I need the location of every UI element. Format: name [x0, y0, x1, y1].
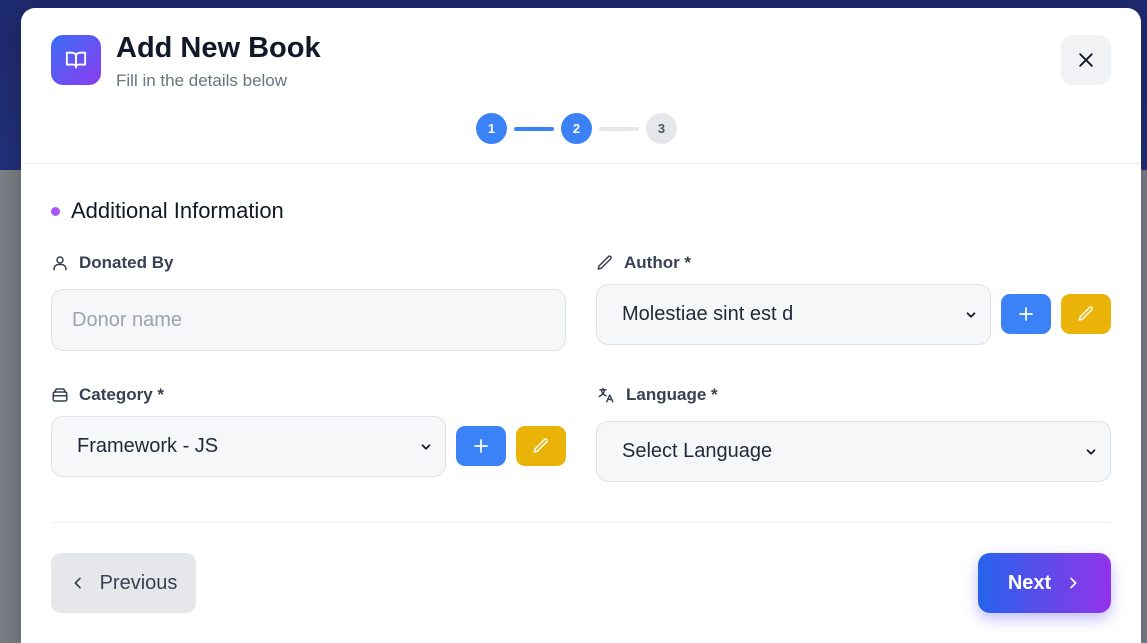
- language-label: Language *: [596, 385, 718, 405]
- step-connector: [599, 126, 639, 131]
- add-category-button[interactable]: [456, 426, 506, 466]
- next-button[interactable]: Next: [978, 553, 1111, 613]
- chevron-left-icon: [74, 577, 81, 589]
- open-book-icon: [51, 35, 101, 85]
- previous-label: Previous: [99, 571, 178, 594]
- plus-icon: [474, 439, 488, 453]
- edit-category-button[interactable]: [516, 426, 566, 466]
- close-icon: [1079, 53, 1093, 67]
- plus-icon: [1019, 307, 1033, 321]
- add-book-modal: Add New Book Fill in the details below 1…: [21, 8, 1141, 643]
- category-select[interactable]: Framework - JS: [51, 416, 446, 477]
- next-label: Next: [1007, 571, 1052, 594]
- step-3: 3: [646, 113, 677, 144]
- modal-title: Add New Book: [116, 32, 321, 64]
- language-selected-value: Select Language: [622, 440, 773, 462]
- chevron-down-icon: [421, 443, 431, 450]
- author-select[interactable]: Molestiae sint est d: [596, 284, 991, 345]
- previous-button[interactable]: Previous: [51, 553, 196, 613]
- chevron-down-icon: [1086, 448, 1096, 455]
- close-button[interactable]: [1061, 35, 1111, 85]
- chevron-down-icon: [966, 311, 976, 318]
- modal-subtitle: Fill in the details below: [116, 71, 288, 90]
- modal-header: Add New Book Fill in the details below 1…: [21, 8, 1141, 164]
- pencil-icon: [597, 255, 612, 270]
- category-label: Category *: [51, 385, 164, 405]
- language-select[interactable]: Select Language: [596, 421, 1111, 482]
- translate-icon: [598, 387, 614, 403]
- category-selected-value: Framework - JS: [77, 435, 219, 457]
- step-2: 2: [561, 113, 592, 144]
- author-selected-value: Molestiae sint est d: [622, 303, 794, 325]
- chevron-right-icon: [1070, 577, 1077, 589]
- donor-name-placeholder: Donor name: [72, 308, 183, 331]
- section-dot: [51, 206, 60, 216]
- archive-icon: [52, 388, 68, 402]
- add-author-button[interactable]: [1001, 294, 1051, 334]
- step-connector: [514, 126, 554, 131]
- donated-by-label: Donated By: [51, 253, 173, 273]
- user-icon: [53, 256, 67, 271]
- edit-author-button[interactable]: [1061, 294, 1111, 334]
- footer-divider: [51, 522, 1111, 523]
- step-indicator: 1 2 3: [476, 113, 677, 144]
- section-title: Additional Information: [51, 198, 284, 224]
- section-title-text: Additional Information: [71, 198, 284, 223]
- author-label: Author *: [596, 253, 691, 273]
- pencil-icon: [533, 438, 548, 453]
- donor-name-input[interactable]: Donor name: [51, 289, 566, 351]
- pencil-icon: [1078, 306, 1093, 321]
- step-1: 1: [476, 113, 507, 144]
